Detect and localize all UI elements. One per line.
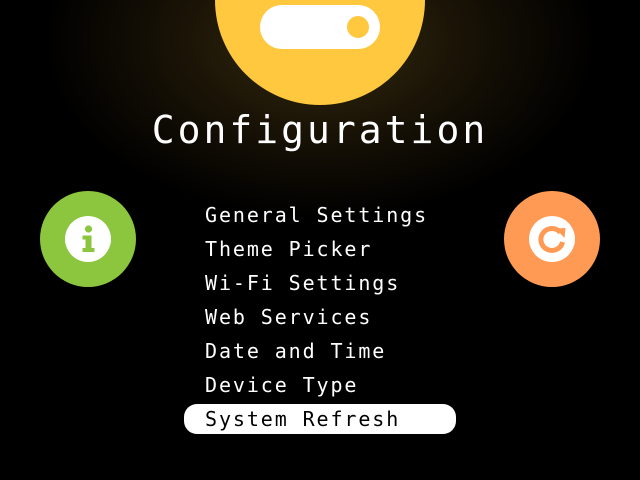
- info-icon: [65, 216, 111, 262]
- menu-item-label: Web Services: [205, 305, 373, 329]
- toggle-switch-icon: [260, 5, 380, 49]
- menu-item-label: General Settings: [205, 203, 429, 227]
- info-button[interactable]: [40, 191, 136, 287]
- menu-item-label: Wi-Fi Settings: [205, 271, 401, 295]
- menu-item-wifi-settings[interactable]: Wi-Fi Settings: [184, 266, 456, 300]
- menu-item-system-refresh[interactable]: System Refresh: [184, 404, 456, 434]
- toggle-knob: [347, 16, 369, 38]
- header-badge: [215, 0, 425, 105]
- menu-item-date-and-time[interactable]: Date and Time: [184, 334, 456, 368]
- refresh-button[interactable]: [504, 191, 600, 287]
- menu-item-label: System Refresh: [205, 407, 401, 431]
- menu-item-label: Date and Time: [205, 339, 387, 363]
- menu-item-device-type[interactable]: Device Type: [184, 368, 456, 402]
- menu-item-web-services[interactable]: Web Services: [184, 300, 456, 334]
- refresh-icon: [529, 216, 575, 262]
- menu-item-label: Theme Picker: [205, 237, 373, 261]
- menu-item-general-settings[interactable]: General Settings: [184, 198, 456, 232]
- menu-item-theme-picker[interactable]: Theme Picker: [184, 232, 456, 266]
- config-screen: Configuration General Settings Theme Pic…: [0, 0, 640, 480]
- config-menu: General Settings Theme Picker Wi-Fi Sett…: [184, 198, 456, 434]
- page-title: Configuration: [151, 108, 489, 152]
- menu-item-label: Device Type: [205, 373, 359, 397]
